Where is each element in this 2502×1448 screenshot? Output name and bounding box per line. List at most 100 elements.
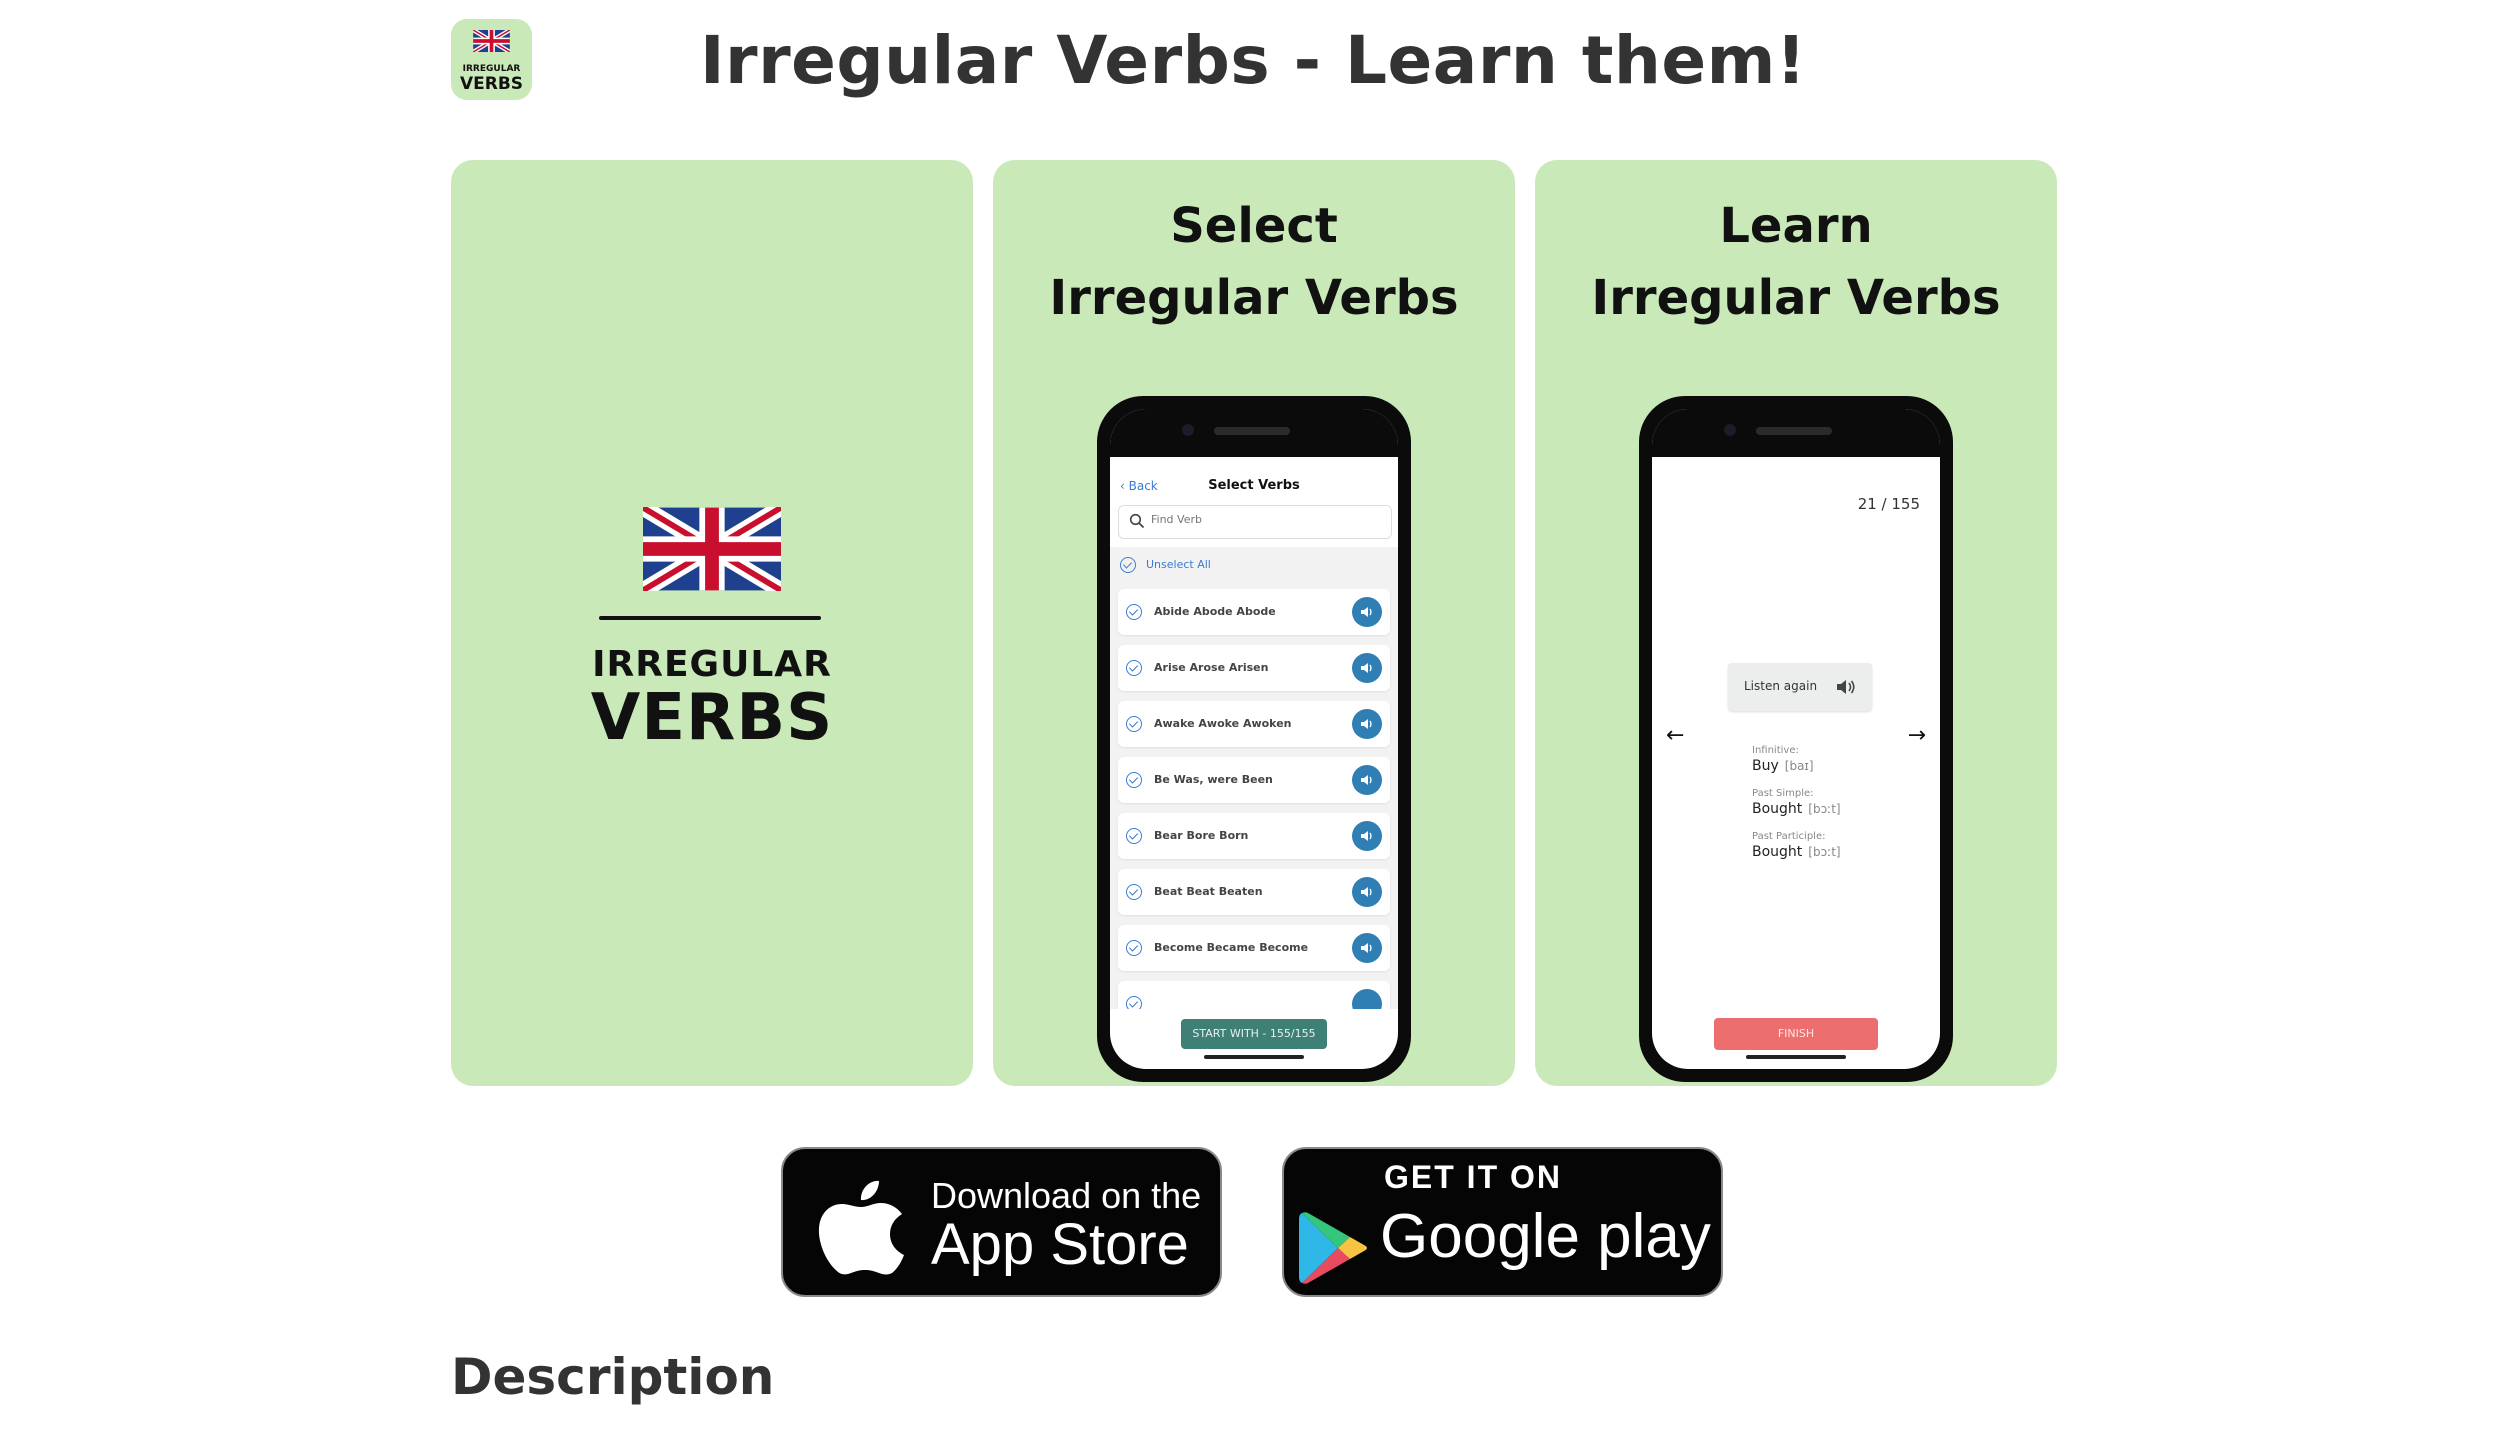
verb-row[interactable]: Abide Abode Abode bbox=[1118, 589, 1390, 635]
home-indicator bbox=[1204, 1055, 1304, 1059]
verb-forms: Be Was, were Been bbox=[1154, 773, 1273, 786]
play-sound-button[interactable] bbox=[1352, 877, 1382, 907]
past-simple-block: Past Simple: Bought [bɔːt] bbox=[1752, 788, 1841, 817]
app-store-line2: App Store bbox=[931, 1212, 1189, 1277]
progress-counter: 21 / 155 bbox=[1857, 495, 1920, 513]
screenshot-card-select[interactable]: Select Irregular Verbs ‹ Back Select Ver… bbox=[993, 160, 1515, 1086]
finish-button[interactable]: FINISH bbox=[1714, 1018, 1878, 1050]
start-button[interactable]: START WITH - 155/155 bbox=[1181, 1019, 1327, 1049]
verb-row[interactable]: Become Became Become bbox=[1118, 925, 1390, 971]
past-simple-ipa: [bɔːt] bbox=[1808, 802, 1841, 816]
card-heading: Learn Irregular Verbs bbox=[1535, 190, 2057, 334]
home-indicator bbox=[1746, 1055, 1846, 1059]
speaker-icon bbox=[1361, 775, 1372, 785]
past-participle-block: Past Participle: Bought [bɔːt] bbox=[1752, 831, 1841, 860]
verb-forms: Abide Abode Abode bbox=[1154, 605, 1276, 618]
speaker-grille bbox=[1214, 427, 1290, 435]
uk-flag-icon bbox=[643, 507, 781, 591]
phone-notch bbox=[1652, 409, 1940, 457]
verb-forms: Become Became Become bbox=[1154, 941, 1309, 954]
verb-row[interactable]: Bear Bore Born bbox=[1118, 813, 1390, 859]
logo-divider bbox=[599, 616, 821, 620]
play-sound-button[interactable] bbox=[1352, 653, 1382, 683]
past-participle-ipa: [bɔːt] bbox=[1808, 845, 1841, 859]
arrow-right-icon[interactable]: → bbox=[1908, 723, 1926, 748]
past-participle-value: Bought bbox=[1752, 844, 1803, 860]
speaker-icon bbox=[1361, 719, 1372, 729]
past-simple-label: Past Simple: bbox=[1752, 788, 1814, 799]
infinitive-value-row: Buy [baɪ] bbox=[1752, 758, 1814, 774]
verb-forms: Beat Beat Beaten bbox=[1154, 885, 1263, 898]
check-circle-icon[interactable] bbox=[1126, 996, 1142, 1009]
past-simple-value: Bought bbox=[1752, 801, 1803, 817]
phone-notch bbox=[1110, 409, 1398, 457]
card-heading-line1: Select bbox=[1170, 198, 1338, 254]
play-sound-button[interactable] bbox=[1352, 821, 1382, 851]
search-icon bbox=[1129, 513, 1145, 529]
phone-mockup: ‹ Back Select Verbs Unselect All Abide A… bbox=[1097, 396, 1411, 1082]
listen-again-button[interactable]: Listen again bbox=[1728, 663, 1872, 711]
check-circle-icon bbox=[1120, 557, 1136, 573]
app-icon-label-small: IRREGULAR bbox=[462, 64, 521, 74]
search-input[interactable] bbox=[1151, 513, 1381, 526]
infinitive-ipa: [baɪ] bbox=[1784, 759, 1814, 773]
check-circle-icon[interactable] bbox=[1126, 828, 1142, 844]
screenshot-card-logo[interactable]: IRREGULAR VERBS bbox=[451, 160, 973, 1086]
play-sound-button[interactable] bbox=[1352, 597, 1382, 627]
description-heading: Description bbox=[451, 1348, 775, 1406]
google-play-line1: GET IT ON bbox=[1384, 1159, 1562, 1195]
speaker-icon bbox=[1837, 680, 1855, 694]
phone-mockup: 21 / 155 Listen again ← → Infinitive: Bu… bbox=[1639, 396, 1953, 1082]
verb-row-partial[interactable] bbox=[1118, 981, 1390, 1009]
logo-text-verbs: VERBS bbox=[590, 681, 834, 755]
verb-row[interactable]: Awake Awoke Awoken bbox=[1118, 701, 1390, 747]
play-sound-button[interactable] bbox=[1352, 989, 1382, 1009]
camera-icon bbox=[1724, 424, 1736, 436]
card-heading: Select Irregular Verbs bbox=[993, 190, 1515, 334]
infinitive-value: Buy bbox=[1752, 758, 1779, 774]
verb-list[interactable]: Unselect All Abide Abode Abode Arise Aro… bbox=[1110, 547, 1398, 1009]
check-circle-icon[interactable] bbox=[1126, 716, 1142, 732]
verb-row[interactable]: Be Was, were Been bbox=[1118, 757, 1390, 803]
speaker-icon bbox=[1361, 607, 1372, 617]
card-heading-line2: Irregular Verbs bbox=[1049, 270, 1459, 326]
infinitive-block: Infinitive: Buy [baɪ] bbox=[1752, 745, 1814, 774]
app-store-badge[interactable]: Download on the App Store bbox=[781, 1147, 1222, 1297]
past-participle-label: Past Participle: bbox=[1752, 831, 1826, 842]
phone-screen: ‹ Back Select Verbs Unselect All Abide A… bbox=[1110, 409, 1398, 1069]
google-play-badge[interactable]: GET IT ON Google play bbox=[1282, 1147, 1723, 1297]
verb-row[interactable]: Beat Beat Beaten bbox=[1118, 869, 1390, 915]
play-sound-button[interactable] bbox=[1352, 765, 1382, 795]
card-heading-line1: Learn bbox=[1719, 198, 1873, 254]
google-play-logo-icon bbox=[1299, 1212, 1367, 1284]
speaker-icon bbox=[1361, 663, 1372, 673]
play-sound-button[interactable] bbox=[1352, 709, 1382, 739]
past-participle-value-row: Bought [bɔːt] bbox=[1752, 844, 1841, 860]
card-heading-line2: Irregular Verbs bbox=[1591, 270, 2001, 326]
past-simple-value-row: Bought [bɔːt] bbox=[1752, 801, 1841, 817]
check-circle-icon[interactable] bbox=[1126, 660, 1142, 676]
speaker-icon bbox=[1361, 831, 1372, 841]
logo-text-irregular: IRREGULAR bbox=[592, 644, 832, 685]
verb-forms: Awake Awoke Awoken bbox=[1154, 717, 1292, 730]
camera-icon bbox=[1182, 424, 1194, 436]
check-circle-icon[interactable] bbox=[1126, 884, 1142, 900]
speaker-icon bbox=[1361, 887, 1372, 897]
arrow-left-icon[interactable]: ← bbox=[1666, 723, 1684, 748]
check-circle-icon[interactable] bbox=[1126, 604, 1142, 620]
nav-title: Select Verbs bbox=[1208, 478, 1300, 493]
infinitive-label: Infinitive: bbox=[1752, 745, 1799, 756]
phone-screen: 21 / 155 Listen again ← → Infinitive: Bu… bbox=[1652, 409, 1940, 1069]
app-icon: IRREGULAR VERBS bbox=[451, 19, 532, 100]
apple-logo-icon bbox=[818, 1180, 904, 1275]
speaker-icon bbox=[1361, 943, 1372, 953]
check-circle-icon[interactable] bbox=[1126, 772, 1142, 788]
google-play-line2: Google play bbox=[1380, 1202, 1711, 1271]
search-field[interactable] bbox=[1118, 505, 1392, 539]
verb-forms: Bear Bore Born bbox=[1154, 829, 1249, 842]
screenshot-card-learn[interactable]: Learn Irregular Verbs 21 / 155 Listen ag… bbox=[1535, 160, 2057, 1086]
play-sound-button[interactable] bbox=[1352, 933, 1382, 963]
page-title: Irregular Verbs - Learn them! bbox=[700, 22, 1807, 99]
verb-row[interactable]: Arise Arose Arisen bbox=[1118, 645, 1390, 691]
check-circle-icon[interactable] bbox=[1126, 940, 1142, 956]
